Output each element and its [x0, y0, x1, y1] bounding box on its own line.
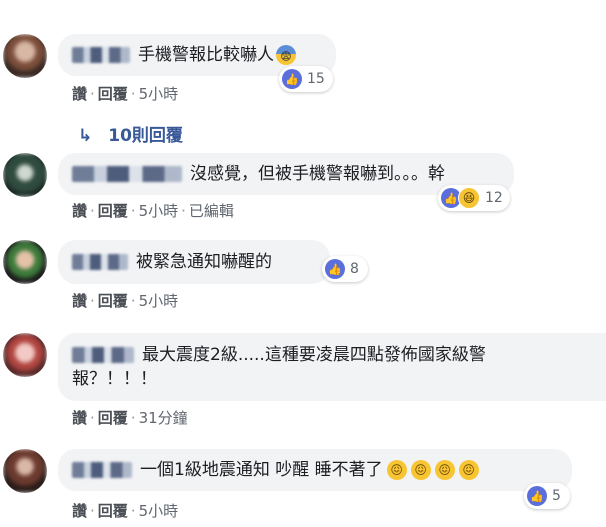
reply-arrow-icon: ↳ [78, 126, 93, 146]
separator-dot: · [130, 502, 136, 520]
avatar[interactable] [3, 153, 47, 197]
reply-link[interactable]: 回覆 [98, 292, 128, 310]
thumbs-up-icon: 👍 [325, 259, 345, 279]
separator-dot: · [90, 202, 95, 220]
reaction-count: 12 [485, 190, 503, 206]
separator-dot: · [130, 85, 136, 103]
reply-link[interactable]: 回覆 [98, 85, 128, 103]
separator-dot: · [90, 292, 95, 310]
comment-text: 手機警報比較嚇人 [138, 45, 274, 65]
comment-bubble: 最大震度2級.....這種要凌晨四點發佈國家級警 報？！！！ [58, 333, 606, 401]
haha-icon: 😆 [458, 187, 480, 209]
comment-actions: 讚 · 回覆 · 31分鐘 [72, 407, 188, 428]
comment-time[interactable]: 5小時 [139, 292, 179, 310]
commenter-name[interactable] [72, 166, 182, 182]
avatar[interactable] [3, 34, 47, 78]
tired-emoji-icon: 😖 [386, 460, 407, 480]
separator-dot: · [130, 292, 136, 310]
comment-bubble: 被緊急通知嚇醒的 [58, 240, 330, 284]
separator-dot: · [90, 409, 95, 427]
comment-text: 被緊急通知嚇醒的 [136, 252, 272, 272]
like-link[interactable]: 讚 [72, 85, 87, 103]
like-link[interactable]: 讚 [72, 409, 87, 427]
comment-time[interactable]: 5小時 [139, 85, 179, 103]
commenter-name[interactable] [72, 254, 128, 270]
reaction-summary[interactable]: 👍 5 [524, 483, 570, 509]
comment-bubble: 一個1級地震通知 吵醒 睡不著了 😖 😖 😖 😖 [58, 449, 572, 491]
like-link[interactable]: 讚 [72, 292, 87, 310]
like-link[interactable]: 讚 [72, 202, 87, 220]
tired-emoji-icon: 😖 [410, 460, 431, 480]
reaction-count: 15 [307, 71, 325, 87]
tired-emoji-icon: 😖 [458, 460, 479, 480]
thumbs-up-icon: 👍 [282, 69, 302, 89]
comment-actions: 讚 · 回覆 · 5小時 [72, 290, 178, 311]
tired-emoji-icon: 😖 [434, 460, 455, 480]
avatar[interactable] [3, 240, 47, 284]
comment-text: 沒感覺，但被手機警報嚇到。。。幹 [190, 164, 445, 184]
like-link[interactable]: 讚 [72, 502, 87, 520]
comment-time[interactable]: 5小時 [139, 502, 179, 520]
comment-actions: 讚 · 回覆 · 5小時 · 已編輯 [72, 200, 234, 221]
separator-dot: · [130, 202, 136, 220]
thumbs-up-icon: 👍 [527, 486, 547, 506]
reply-link[interactable]: 回覆 [98, 202, 128, 220]
avatar[interactable] [3, 449, 47, 493]
view-replies-link[interactable]: ↳ 10則回覆 [78, 121, 183, 146]
separator-dot: · [181, 202, 186, 220]
reaction-summary[interactable]: 👍 😆 12 [438, 185, 510, 211]
comment-actions: 讚 · 回覆 · 5小時 [72, 500, 178, 521]
reaction-count: 5 [552, 488, 561, 504]
comment-actions: 讚 · 回覆 · 5小時 [72, 83, 178, 104]
commenter-name[interactable] [72, 462, 132, 478]
separator-dot: · [90, 85, 95, 103]
comment-time[interactable]: 5小時 [139, 202, 179, 220]
reaction-summary[interactable]: 👍 15 [279, 66, 333, 92]
edited-label[interactable]: 已編輯 [189, 202, 234, 220]
fearful-emoji-icon: 😨 [276, 45, 296, 65]
comment-text-line1: 最大震度2級.....這種要凌晨四點發佈國家級警 [142, 345, 486, 365]
commenter-name[interactable] [72, 47, 130, 63]
reply-link[interactable]: 回覆 [98, 502, 128, 520]
separator-dot: · [90, 502, 95, 520]
reaction-count: 8 [350, 261, 359, 277]
view-replies-label: 10則回覆 [108, 126, 183, 146]
commenter-name[interactable] [72, 347, 134, 363]
comment-time[interactable]: 31分鐘 [139, 409, 188, 427]
reaction-summary[interactable]: 👍 8 [322, 256, 368, 282]
comment-text: 一個1級地震通知 吵醒 睡不著了 [140, 460, 383, 480]
separator-dot: · [130, 409, 136, 427]
reply-link[interactable]: 回覆 [98, 409, 128, 427]
avatar[interactable] [3, 333, 47, 377]
comment-text-line2: 報？！！！ [72, 369, 157, 389]
